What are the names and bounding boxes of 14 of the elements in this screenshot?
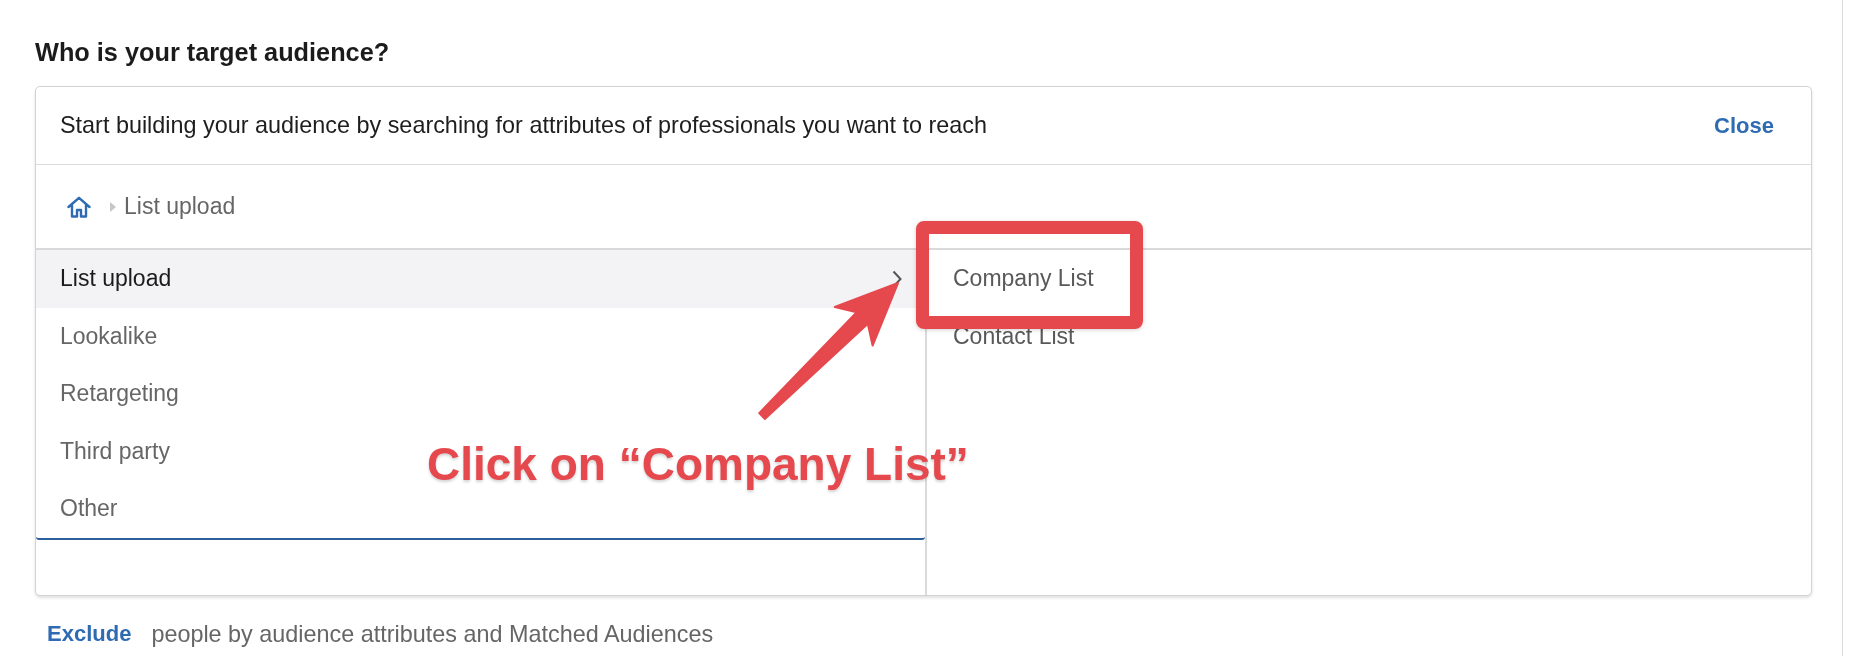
exclude-description: people by audience attributes and Matched Audiences [151, 620, 714, 648]
annotation-text: Click on “Company List” [427, 437, 969, 492]
category-item[interactable]: Lookalike [60, 322, 158, 350]
breadcrumb-item[interactable]: List upload [124, 193, 236, 220]
subcategory-item[interactable]: Company List [953, 265, 1094, 293]
home-icon[interactable] [67, 195, 91, 218]
section-heading: Who is your target audience? [35, 37, 390, 67]
caret-icon [110, 201, 116, 212]
category-item[interactable]: Other [60, 495, 118, 523]
prompt-text: Start building your audience by searching for attributes of professionals you want to reach [60, 112, 988, 139]
category-item[interactable]: Third party [60, 437, 170, 465]
category-item[interactable]: Retargeting [60, 380, 179, 408]
close-link[interactable]: Close [1714, 111, 1774, 140]
exclude-link[interactable]: Exclude [47, 620, 132, 648]
